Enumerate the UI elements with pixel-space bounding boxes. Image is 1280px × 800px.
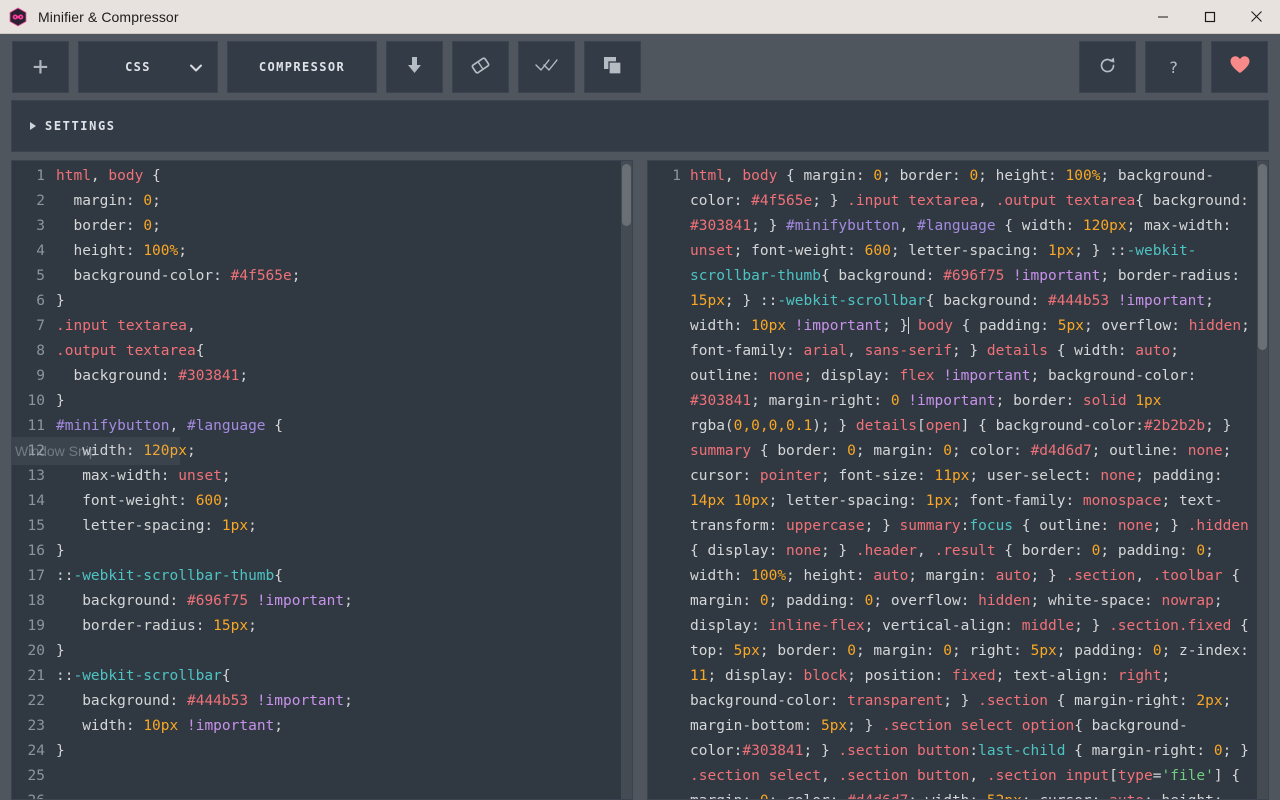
code-line: html, body {: [56, 168, 161, 184]
add-file-button[interactable]: +: [12, 41, 69, 93]
code-line: font-weight: 600;: [82, 493, 231, 509]
input-editor-pane[interactable]: 1 2 3 4 5 6 7 8 9 10 11 12 13 14 15 16 17 18 19 20 21 22 23 24 2…: [11, 160, 633, 800]
window-title: Minifier & Compressor: [38, 8, 179, 25]
output-code-area[interactable]: html, body { margin: 0; border: 0; heigh…: [690, 164, 1268, 799]
code-line: margin: 0;: [73, 193, 161, 209]
code-line: }: [56, 393, 65, 409]
line-number: 22: [27, 693, 45, 709]
code-line: width: 10px !important;: [82, 718, 284, 734]
output-scrollbar-thumb[interactable]: [1258, 164, 1267, 350]
line-number: 20: [27, 643, 45, 659]
clear-button[interactable]: [452, 41, 509, 93]
line-number: 19: [27, 618, 45, 634]
code-line: .output textarea{: [56, 343, 205, 359]
app-logo-icon: [8, 7, 28, 27]
code-line: }: [56, 743, 65, 759]
line-number: 16: [27, 543, 45, 559]
code-line: .input textarea,: [56, 318, 196, 334]
maximize-button[interactable]: [1186, 0, 1233, 33]
code-line: border: 0;: [73, 218, 161, 234]
code-line: height: 100%;: [73, 243, 187, 259]
input-gutter: 1 2 3 4 5 6 7 8 9 10 11 12 13 14 15 16 17 18 19 20 21 22 23 24 2…: [12, 164, 56, 799]
code-line: width: 120px;: [82, 443, 196, 459]
line-number: 14: [27, 493, 45, 509]
code-line: background-color: #4f565e;: [73, 268, 301, 284]
line-number: 5: [36, 268, 45, 284]
text-caret: [908, 317, 910, 334]
code-line: }: [56, 643, 65, 659]
copy-button[interactable]: [584, 41, 641, 93]
window-controls: [1139, 0, 1280, 33]
editor-panes: 1 2 3 4 5 6 7 8 9 10 11 12 13 14 15 16 17 18 19 20 21 22 23 24 2…: [0, 152, 1280, 800]
copy-icon: [603, 56, 622, 79]
code-line: background: #696f75 !important;: [82, 593, 353, 609]
line-number: 15: [27, 518, 45, 534]
close-button[interactable]: [1233, 0, 1280, 33]
output-gutter: 1: [648, 164, 690, 799]
code-line: ::-webkit-scrollbar-thumb{: [56, 568, 283, 584]
line-number: 26: [12, 789, 45, 799]
refresh-icon: [1098, 56, 1117, 79]
triangle-right-icon: [30, 122, 36, 130]
line-number: 25: [27, 768, 45, 784]
line-number: 10: [27, 393, 45, 409]
line-number: 11: [27, 418, 45, 434]
plus-icon: +: [32, 52, 49, 82]
line-number: 21: [27, 668, 45, 684]
language-select-value: CSS: [125, 60, 151, 74]
output-line-number: 1: [672, 168, 681, 184]
input-code-area[interactable]: html, body { margin: 0; border: 0; heigh…: [56, 164, 632, 799]
input-scrollbar-thumb[interactable]: [622, 164, 631, 226]
download-button[interactable]: [386, 41, 443, 93]
code-line: background: #444b53 !important;: [82, 693, 353, 709]
line-number: 18: [27, 593, 45, 609]
compressor-button-label: COMPRESSOR: [258, 60, 346, 74]
settings-disclosure[interactable]: SETTINGS: [11, 100, 1269, 152]
line-number: 4: [36, 243, 45, 259]
line-number: 1: [36, 168, 45, 184]
minimize-button[interactable]: [1139, 0, 1186, 33]
line-number: 23: [27, 718, 45, 734]
code-line: ::-webkit-scrollbar{: [56, 668, 231, 684]
main-toolbar: + CSS COMPRESSOR ?: [0, 34, 1280, 100]
code-line: }: [56, 543, 65, 559]
settings-label: SETTINGS: [45, 119, 116, 133]
input-scrollbar[interactable]: [621, 161, 632, 799]
line-number: 3: [36, 218, 45, 234]
chevron-down-icon: [189, 58, 203, 77]
double-check-icon: [534, 58, 559, 77]
code-line: background: #303841;: [73, 368, 249, 384]
line-number: 2: [36, 193, 45, 209]
code-line: border-radius: 15px;: [82, 618, 257, 634]
line-number: 24: [27, 743, 45, 759]
refresh-button[interactable]: [1079, 41, 1136, 93]
favorite-button[interactable]: [1211, 41, 1268, 93]
download-arrow-icon: [406, 56, 423, 79]
help-button[interactable]: ?: [1145, 41, 1202, 93]
code-line: }: [56, 293, 65, 309]
code-line: max-width: unset;: [82, 468, 231, 484]
output-scrollbar[interactable]: [1257, 161, 1268, 799]
line-number: 7: [36, 318, 45, 334]
line-number: 12: [27, 443, 45, 459]
code-line: #minifybutton, #language {: [56, 418, 284, 434]
select-all-button[interactable]: [518, 41, 575, 93]
line-number: 13: [27, 468, 45, 484]
heart-icon: [1229, 55, 1251, 79]
line-number: 17: [27, 568, 45, 584]
code-line: letter-spacing: 1px;: [82, 518, 257, 534]
question-mark-icon: ?: [1168, 57, 1179, 77]
title-bar: Minifier & Compressor: [0, 0, 1280, 34]
app-window: Minifier & Compressor + CSS COMPRESSOR ?…: [0, 0, 1280, 800]
language-select[interactable]: CSS: [78, 41, 218, 93]
line-number: 9: [36, 368, 45, 384]
eraser-icon: [470, 56, 491, 79]
output-editor-pane[interactable]: 1 html, body { margin: 0; border: 0; hei…: [647, 160, 1269, 800]
line-number: 8: [36, 343, 45, 359]
compressor-button[interactable]: COMPRESSOR: [227, 41, 377, 93]
line-number: 6: [36, 293, 45, 309]
